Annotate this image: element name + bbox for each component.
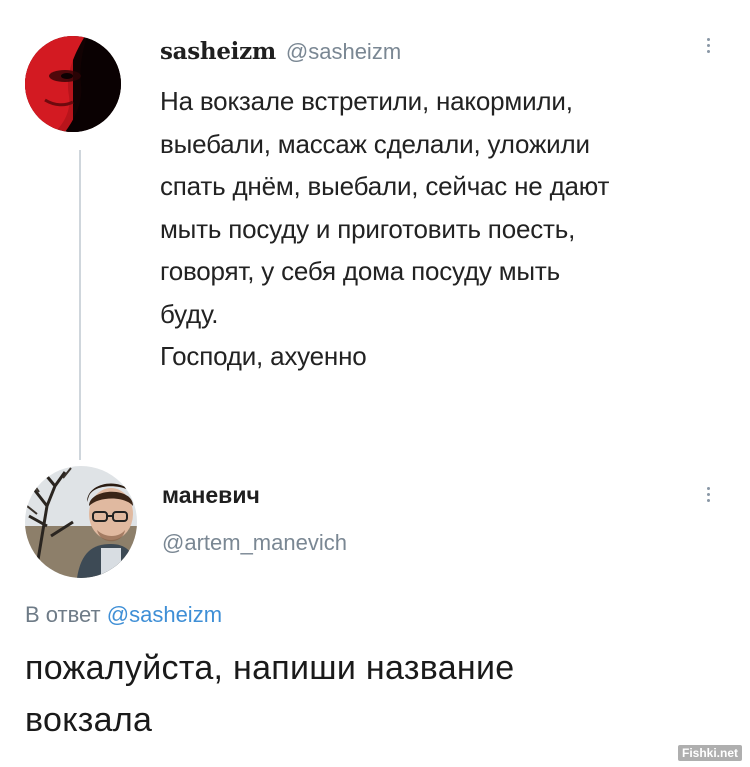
display-name[interactable]: sasheizm bbox=[160, 38, 276, 65]
red-face-avatar-icon bbox=[25, 36, 121, 132]
more-options-icon[interactable] bbox=[705, 38, 711, 53]
reply-to-label: В ответ bbox=[25, 602, 101, 627]
reply-display-name[interactable]: маневич bbox=[162, 482, 260, 509]
tweet-text-line: говорят, у себя дома посуду мыть bbox=[160, 256, 560, 286]
tweet-header: sasheizm @sasheizm bbox=[160, 38, 401, 65]
reply-context: В ответ @sasheizm bbox=[25, 602, 222, 628]
reply-username-handle[interactable]: @artem_manevich bbox=[162, 530, 347, 556]
reply-text-line: вокзала bbox=[25, 701, 153, 739]
tweet-text: На вокзале встретили, накормили, выебали… bbox=[160, 80, 730, 378]
site-watermark: Fishki.net bbox=[677, 745, 742, 761]
reply-more-options-icon[interactable] bbox=[705, 487, 711, 502]
tweet-text-line: На вокзале встретили, накормили, bbox=[160, 86, 573, 116]
tweet-text-line: буду. bbox=[160, 298, 219, 329]
tweet-text-line: Господи, ахуенно bbox=[160, 341, 367, 371]
tweet-text-line: мыть посуду и приготовить поесть, bbox=[160, 213, 576, 244]
reply-text-line: пожалуйста, напиши название bbox=[25, 649, 515, 687]
reply-user-avatar[interactable] bbox=[25, 466, 137, 578]
reply-to-mention-link[interactable]: @sasheizm bbox=[107, 602, 222, 627]
reply-text: пожалуйста, напиши название вокзала bbox=[25, 642, 725, 746]
tweet-text-line: выебали, массаж сделали, уложили bbox=[160, 128, 590, 159]
user-avatar[interactable] bbox=[25, 36, 121, 132]
man-with-glasses-avatar-icon bbox=[25, 466, 137, 578]
tweet-text-line: спать днём, выебали, сейчас не дают bbox=[160, 171, 610, 201]
username-handle[interactable]: @sasheizm bbox=[286, 39, 401, 65]
thread-connector-line bbox=[79, 150, 81, 460]
